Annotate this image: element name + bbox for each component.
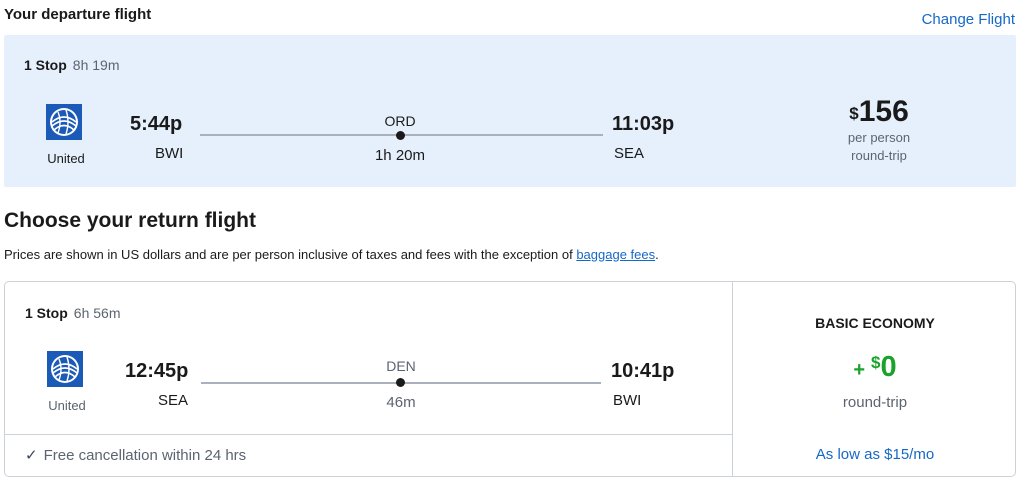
departure-stops-line: 1 Stop 8h 19m <box>24 57 119 73</box>
fare-currency: $ <box>871 353 881 372</box>
departure-depart-airport: BWI <box>155 145 184 162</box>
departure-price-amount: 156 <box>858 95 909 128</box>
disclaimer-end: . <box>655 247 659 262</box>
departure-duration: 8h 19m <box>72 57 120 73</box>
united-globe-icon <box>47 351 83 387</box>
price-disclaimer: Prices are shown in US dollars and are p… <box>4 247 659 262</box>
return-layover-duration: 46m <box>386 394 416 411</box>
departure-arrive-time: 11:03p <box>612 113 675 135</box>
departure-title: Your departure flight <box>4 6 152 23</box>
financing-link[interactable]: As low as $15/mo <box>733 446 1017 463</box>
change-flight-link[interactable]: Change Flight <box>922 11 1015 28</box>
check-icon: ✓ <box>25 447 38 464</box>
return-heading: Choose your return flight <box>4 209 256 232</box>
departure-layover-airport: ORD <box>384 113 416 129</box>
return-airline-name: United <box>48 398 86 413</box>
departure-arrive-airport: SEA <box>614 145 645 162</box>
return-card-divider-horizontal <box>5 434 733 435</box>
departure-layover-duration: 1h 20m <box>374 147 426 164</box>
return-stops-line: 1 Stop 6h 56m <box>25 305 120 321</box>
departure-depart-time: 5:44p <box>130 113 183 135</box>
return-flight-details[interactable]: 1 Stop 6h 56m United 12:45p SEA DEN 46m 1… <box>5 282 733 435</box>
departure-flight-card: 1 Stop 8h 19m United 5:44p BWI ORD 1h 20m… <box>4 35 1016 187</box>
return-layover-dot <box>396 378 405 387</box>
fare-plus: + <box>853 359 866 381</box>
return-flight-card[interactable]: 1 Stop 6h 56m United 12:45p SEA DEN 46m 1… <box>4 281 1016 477</box>
return-layover-airport: DEN <box>386 358 416 374</box>
fare-price: + $0 <box>733 351 1017 384</box>
departure-price-currency: $ <box>849 104 859 123</box>
departure-price: $156 <box>824 95 934 129</box>
departure-price-trip: round-trip <box>851 148 907 163</box>
fare-class-label: BASIC ECONOMY <box>815 315 935 331</box>
departure-stops: 1 Stop <box>24 57 67 73</box>
fare-trip-label: round-trip <box>842 394 908 411</box>
return-depart-time: 12:45p <box>125 360 189 382</box>
return-arrive-time: 10:41p <box>611 360 675 382</box>
departure-price-per: per person <box>847 130 911 145</box>
return-stops: 1 Stop <box>25 305 68 321</box>
return-arrive-airport: BWI <box>613 392 642 409</box>
fare-amount: 0 <box>880 351 897 383</box>
return-depart-airport: SEA <box>158 392 189 409</box>
departure-layover-dot <box>396 131 405 140</box>
disclaimer-text: Prices are shown in US dollars and are p… <box>4 247 577 262</box>
free-cancellation-note: ✓ Free cancellation within 24 hrs <box>25 446 246 464</box>
departure-price-block: $156 per person round-trip <box>824 95 934 165</box>
return-duration: 6h 56m <box>73 305 121 321</box>
free-cancellation-text: Free cancellation within 24 hrs <box>43 447 247 464</box>
baggage-fees-link[interactable]: baggage fees <box>576 247 655 262</box>
departure-airline-name: United <box>47 151 85 166</box>
united-globe-icon <box>46 104 82 140</box>
